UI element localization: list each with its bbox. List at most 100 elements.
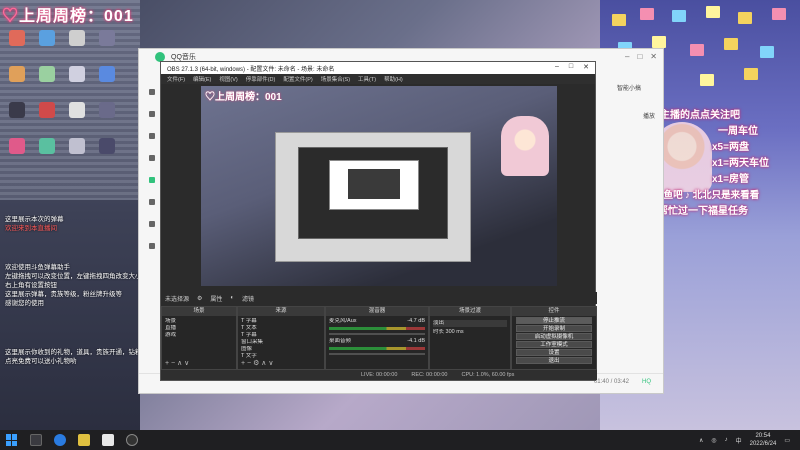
desktop-icon[interactable]: [62, 66, 92, 98]
network-icon[interactable]: ◎: [711, 437, 716, 444]
desktop-icon[interactable]: [32, 102, 62, 134]
task-view-icon[interactable]: [30, 434, 42, 446]
desktop-icon[interactable]: [92, 30, 122, 62]
stop-streaming-button[interactable]: 停止推流: [516, 317, 592, 324]
music-icon[interactable]: [149, 111, 155, 117]
desktop-icon[interactable]: [2, 30, 32, 62]
app-icon[interactable]: [102, 434, 114, 446]
menu-docks[interactable]: 停靠部件(D): [246, 75, 276, 83]
exit-button[interactable]: 退出: [516, 357, 592, 364]
download-icon[interactable]: [149, 221, 155, 227]
radio-icon[interactable]: [149, 155, 155, 161]
transition-select[interactable]: 淡出: [433, 320, 507, 327]
sticky-note: [772, 8, 786, 20]
clock[interactable]: 20:54 2022/6/24: [750, 432, 777, 448]
desktop-icon[interactable]: [62, 102, 92, 134]
source-item[interactable]: 图像: [241, 346, 321, 353]
file-explorer-icon[interactable]: [78, 434, 90, 446]
app-icon: [39, 30, 55, 46]
obs-icon[interactable]: [126, 434, 138, 446]
desktop-icon[interactable]: [2, 66, 32, 98]
volume-icon[interactable]: ♪: [725, 437, 728, 443]
scene-item[interactable]: 场景: [165, 318, 233, 325]
sticky-note: [700, 74, 714, 86]
maximize-icon[interactable]: □: [569, 63, 573, 71]
home-icon[interactable]: [149, 89, 155, 95]
filter-icon[interactable]: ◐: [230, 295, 234, 301]
desktop-icon[interactable]: [2, 102, 32, 134]
source-item[interactable]: T 字幕: [241, 318, 321, 325]
mixer-header: 混音器: [326, 307, 428, 316]
sticky-note: [738, 12, 752, 24]
chat-line: 点亮免费可以送小礼物哟: [5, 358, 77, 365]
close-icon[interactable]: ✕: [583, 63, 589, 71]
cpu-status: CPU: 1.0%, 60.00 fps: [461, 372, 515, 378]
history-icon[interactable]: [149, 243, 155, 249]
heart-icon: ♡: [2, 8, 20, 25]
play-button[interactable]: 播放: [643, 111, 655, 120]
maximize-icon[interactable]: □: [637, 52, 642, 61]
desktop-icon[interactable]: [62, 30, 92, 62]
windows-start-icon[interactable]: [6, 434, 18, 446]
settings-button[interactable]: 设置: [516, 349, 592, 356]
edge-icon[interactable]: [54, 434, 66, 446]
scene-controls[interactable]: + − ∧ ∨: [165, 359, 189, 367]
menu-view[interactable]: 视图(V): [219, 75, 237, 83]
gear-icon[interactable]: ⚙: [197, 295, 202, 302]
desktop-icon[interactable]: [92, 102, 122, 134]
playlist-icon[interactable]: [149, 177, 155, 183]
input-language[interactable]: 中: [736, 436, 742, 445]
desktop-icon[interactable]: [92, 138, 122, 170]
scenes-dock: 场景 场景 直播 游戏 + − ∧ ∨: [161, 306, 237, 370]
quality-badge[interactable]: HQ: [642, 379, 651, 385]
desktop-icon[interactable]: [62, 138, 92, 170]
minimize-icon[interactable]: –: [625, 52, 629, 61]
menu-tools[interactable]: 工具(T): [358, 75, 376, 83]
desktop-icon[interactable]: [32, 66, 62, 98]
transition-duration[interactable]: 时长 300 ms: [433, 329, 507, 336]
overlay-line: x1=房管: [712, 174, 749, 185]
heart-icon[interactable]: [149, 199, 155, 205]
nested-capture: [275, 132, 471, 262]
overlay-line: 一周车位: [718, 126, 758, 137]
desktop-icon[interactable]: [92, 66, 122, 98]
virtual-camera-button[interactable]: 启动虚拟摄像机: [516, 333, 592, 340]
menu-file[interactable]: 文件(F): [167, 75, 185, 83]
menu-profile[interactable]: 配置文件(P): [283, 75, 312, 83]
chevron-up-icon[interactable]: ∧: [699, 437, 703, 444]
desktop-icon[interactable]: [2, 138, 32, 170]
window-controls: – □ ✕: [555, 63, 589, 71]
video-icon[interactable]: [149, 133, 155, 139]
minimize-icon[interactable]: –: [555, 63, 559, 71]
volume-slider[interactable]: [329, 333, 425, 335]
scene-item[interactable]: 游戏: [165, 332, 233, 339]
scene-item[interactable]: 直播: [165, 325, 233, 332]
danmaku-chat-panel: 这里展示本次的弹幕 欢迎来到本直播间 欢迎使用斗鱼弹幕助手 左键拖拽可以改变位置…: [0, 175, 140, 405]
rec-status: REC: 00:00:00: [411, 372, 448, 378]
obs-preview[interactable]: ♡上周周榜：001: [201, 86, 557, 286]
filters-button[interactable]: 滤镜: [242, 294, 254, 303]
menu-scene-collection[interactable]: 场景集合(S): [321, 75, 350, 83]
desktop-icon[interactable]: [32, 30, 62, 62]
obs-titlebar[interactable]: OBS 27.1.3 (64-bit, windows) - 配置文件: 未命名…: [161, 62, 595, 74]
menu-edit[interactable]: 编辑(E): [193, 75, 211, 83]
transitions-header: 场景过渡: [430, 307, 510, 316]
close-icon[interactable]: ✕: [650, 52, 657, 61]
app-icon: [99, 138, 115, 154]
source-item[interactable]: 窗口采集: [241, 339, 321, 346]
menu-help[interactable]: 帮助(H): [384, 75, 403, 83]
desktop-icon[interactable]: [32, 138, 62, 170]
properties-button[interactable]: 属性: [210, 294, 222, 303]
studio-mode-button[interactable]: 工作室模式: [516, 341, 592, 348]
source-controls[interactable]: + − ⚙ ∧ ∨: [241, 359, 273, 367]
obs-window[interactable]: OBS 27.1.3 (64-bit, windows) - 配置文件: 未命名…: [160, 61, 597, 381]
source-item[interactable]: T 文本: [241, 325, 321, 332]
overlay-line: x5=两盘: [712, 142, 749, 153]
notification-icon[interactable]: ▭: [784, 437, 790, 444]
volume-slider[interactable]: [329, 353, 425, 355]
start-recording-button[interactable]: 开始录制: [516, 325, 592, 332]
sticky-note: [672, 10, 686, 22]
smart-mix-label[interactable]: 智能小搞: [617, 83, 641, 92]
source-item[interactable]: T 字幕: [241, 332, 321, 339]
chat-line: 感谢您的使用: [5, 300, 44, 307]
